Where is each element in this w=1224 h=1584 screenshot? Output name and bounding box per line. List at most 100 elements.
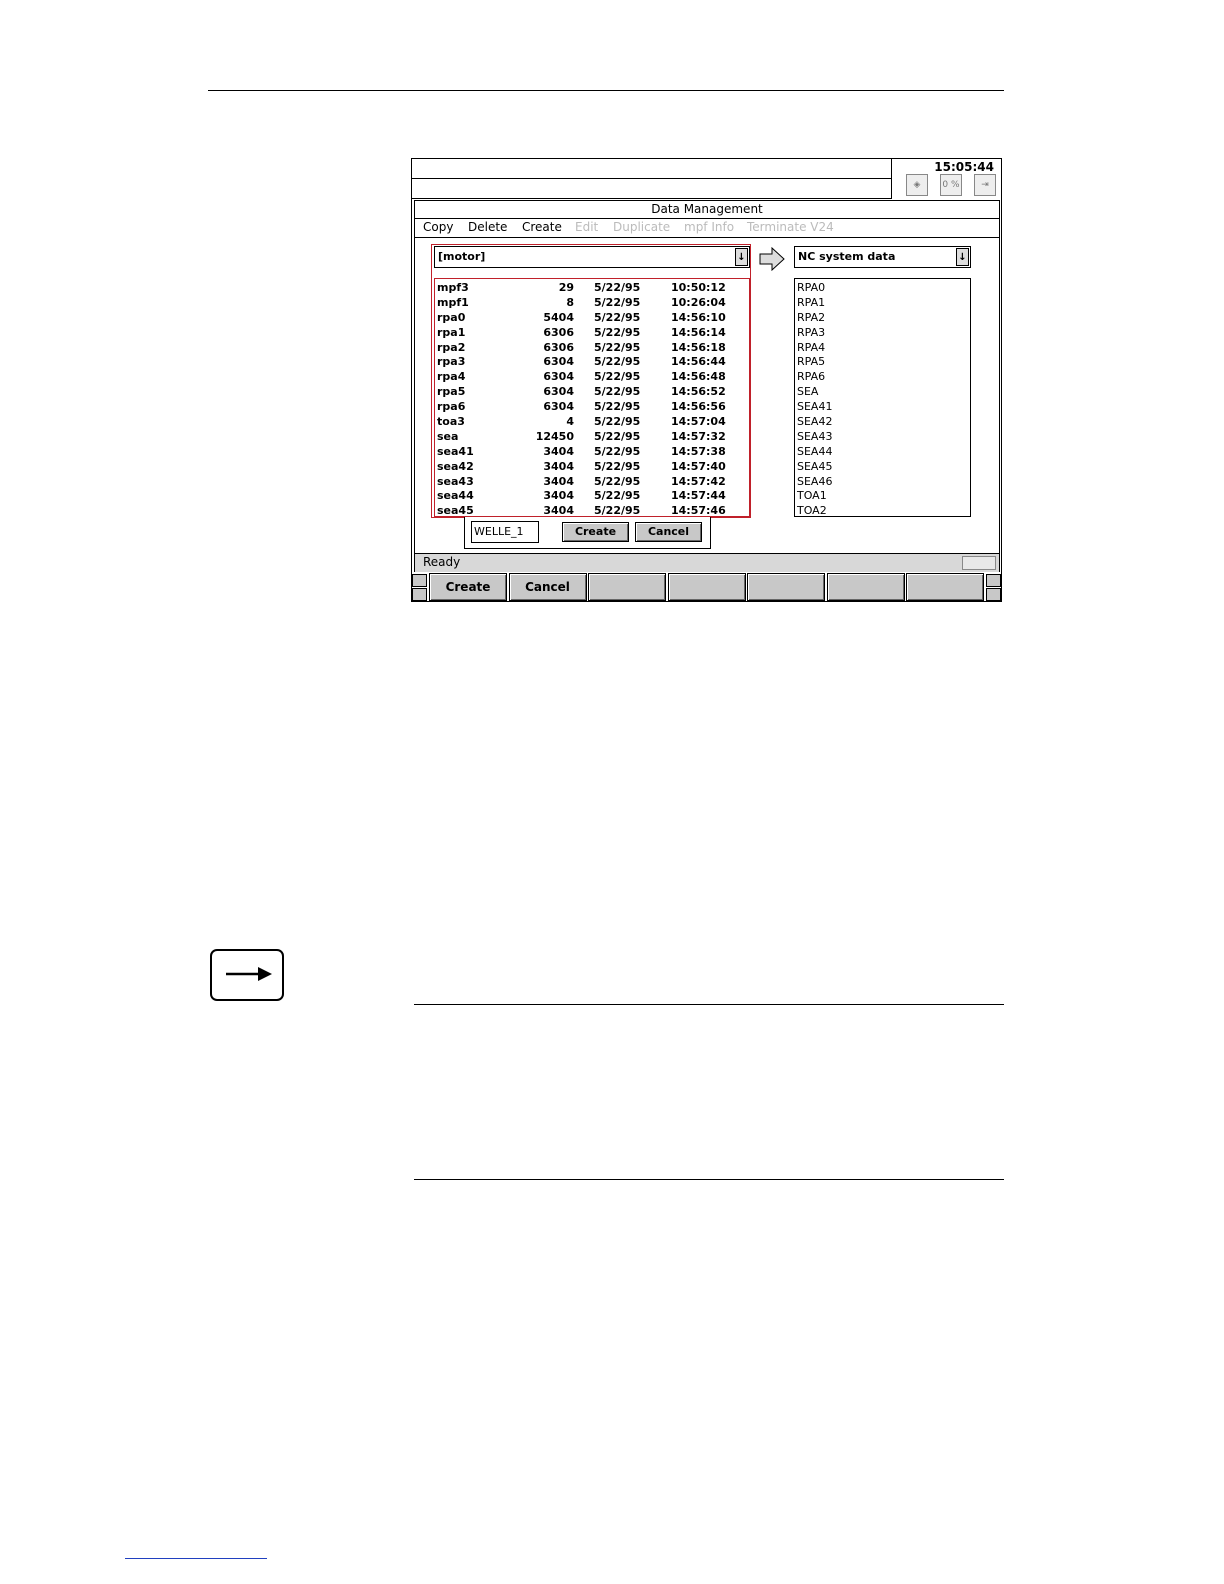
file-time: 14:57:04 bbox=[671, 415, 726, 429]
softkey-bar: Create Cancel bbox=[412, 573, 1001, 601]
list-item[interactable]: mpf1 8 5/22/95 10:26:04 bbox=[435, 295, 749, 310]
dialog-cancel-button[interactable]: Cancel bbox=[635, 522, 702, 542]
file-name: rpa4 bbox=[437, 370, 466, 384]
list-item[interactable]: sea44 3404 5/22/95 14:57:44 bbox=[435, 488, 749, 503]
menu-terminate-v24[interactable]: Terminate V24 bbox=[747, 220, 834, 234]
menu-duplicate[interactable]: Duplicate bbox=[613, 220, 670, 234]
file-time: 14:56:48 bbox=[671, 370, 726, 384]
file-time: 14:56:52 bbox=[671, 385, 726, 399]
dropdown-arrow-icon[interactable]: ↓ bbox=[956, 248, 969, 266]
list-item[interactable]: rpa4 6304 5/22/95 14:56:48 bbox=[435, 369, 749, 384]
menu-edit[interactable]: Edit bbox=[575, 220, 598, 234]
list-item[interactable]: RPA3 bbox=[795, 325, 970, 340]
file-name: mpf3 bbox=[437, 281, 469, 294]
list-item[interactable]: SEA43 bbox=[795, 429, 970, 444]
menu-mpf-info[interactable]: mpf Info bbox=[684, 220, 734, 234]
file-name: rpa6 bbox=[437, 400, 466, 414]
dropdown-arrow-icon[interactable]: ↓ bbox=[735, 248, 748, 266]
list-item[interactable]: SEA45 bbox=[795, 459, 970, 474]
clock-panel: 15:05:44 ◈ 0 % ⇥ bbox=[891, 159, 1002, 199]
menu-bar: Copy Delete Create Edit Duplicate mpf In… bbox=[415, 218, 999, 238]
list-item[interactable]: sea43 3404 5/22/95 14:57:42 bbox=[435, 474, 749, 489]
source-file-list[interactable]: mpf3 29 5/22/95 10:50:12 mpf1 8 5/22/95 10:26:0… bbox=[434, 278, 750, 517]
file-size: 6304 bbox=[543, 385, 574, 399]
new-file-name-input[interactable]: WELLE_1 bbox=[471, 521, 539, 543]
file-name: rpa3 bbox=[437, 355, 466, 369]
file-date: 5/22/95 bbox=[594, 429, 641, 443]
list-item[interactable]: SEA bbox=[795, 384, 970, 399]
create-dialog: WELLE_1 Create Cancel bbox=[464, 517, 711, 549]
list-item[interactable]: sea41 3404 5/22/95 14:57:38 bbox=[435, 444, 749, 459]
file-name: sea41 bbox=[437, 444, 474, 458]
file-date: 5/22/95 bbox=[594, 370, 641, 384]
dialog-create-button[interactable]: Create bbox=[562, 522, 629, 542]
file-name: rpa1 bbox=[437, 325, 466, 339]
list-item[interactable]: RPA1 bbox=[795, 295, 970, 310]
file-date: 5/22/95 bbox=[594, 504, 641, 517]
list-item[interactable]: RPA2 bbox=[795, 310, 970, 325]
list-item[interactable]: rpa3 6304 5/22/95 14:56:44 bbox=[435, 354, 749, 369]
list-item[interactable]: sea42 3404 5/22/95 14:57:40 bbox=[435, 459, 749, 474]
file-time: 14:57:42 bbox=[671, 474, 726, 488]
menu-delete[interactable]: Delete bbox=[468, 220, 507, 234]
file-size: 6306 bbox=[543, 325, 574, 339]
arrow-note-icon bbox=[210, 949, 284, 1001]
softkey-3[interactable] bbox=[588, 573, 666, 601]
list-item[interactable]: sea45 3404 5/22/95 14:57:46 bbox=[435, 503, 749, 517]
list-item[interactable]: TOA1 bbox=[795, 488, 970, 503]
list-item[interactable]: rpa5 6304 5/22/95 14:56:52 bbox=[435, 384, 749, 399]
hmi-screenshot: 15:05:44 ◈ 0 % ⇥ Data Management Copy De… bbox=[411, 158, 1002, 602]
list-item[interactable]: toa3 4 5/22/95 14:57:04 bbox=[435, 414, 749, 429]
list-item[interactable]: TOA2 bbox=[795, 503, 970, 516]
softkey-7[interactable] bbox=[906, 573, 984, 601]
file-size: 29 bbox=[558, 281, 574, 294]
source-dropdown[interactable]: [motor] ↓ bbox=[434, 246, 750, 268]
file-time: 10:26:04 bbox=[671, 295, 726, 309]
list-item[interactable]: SEA42 bbox=[795, 414, 970, 429]
list-item[interactable]: rpa0 5404 5/22/95 14:56:10 bbox=[435, 310, 749, 325]
menu-copy[interactable]: Copy bbox=[423, 220, 453, 234]
file-time: 14:56:18 bbox=[671, 340, 726, 354]
file-date: 5/22/95 bbox=[594, 459, 641, 473]
menu-create[interactable]: Create bbox=[522, 220, 562, 234]
target-dropdown[interactable]: NC system data ↓ bbox=[794, 246, 971, 268]
softkey-side-right-top[interactable] bbox=[986, 574, 1001, 587]
file-size: 3404 bbox=[543, 444, 574, 458]
softkey-side-left-top[interactable] bbox=[412, 574, 427, 587]
file-date: 5/22/95 bbox=[594, 489, 641, 503]
list-item[interactable]: SEA41 bbox=[795, 399, 970, 414]
list-item[interactable]: RPA5 bbox=[795, 354, 970, 369]
target-file-list[interactable]: RPA0 RPA1 RPA2 RPA3 RPA4 RPA5 RPA6 SEA SEA41 SEA4… bbox=[794, 278, 971, 517]
file-time: 14:57:44 bbox=[671, 489, 726, 503]
list-item[interactable]: rpa1 6306 5/22/95 14:56:14 bbox=[435, 325, 749, 340]
file-name: sea44 bbox=[437, 489, 474, 503]
softkey-4[interactable] bbox=[667, 573, 746, 601]
softkey-side-left-bottom[interactable] bbox=[412, 588, 427, 601]
list-item[interactable]: RPA6 bbox=[795, 369, 970, 384]
file-date: 5/22/95 bbox=[594, 340, 641, 354]
file-date: 5/22/95 bbox=[594, 444, 641, 458]
file-time: 14:57:40 bbox=[671, 459, 726, 473]
softkey-6[interactable] bbox=[826, 573, 905, 601]
softkey-side-right-bottom[interactable] bbox=[986, 588, 1001, 601]
list-item[interactable]: mpf3 29 5/22/95 10:50:12 bbox=[435, 280, 749, 295]
exit-icon: ⇥ bbox=[974, 174, 996, 196]
list-item[interactable]: rpa2 6306 5/22/95 14:56:18 bbox=[435, 340, 749, 355]
file-size: 3404 bbox=[543, 474, 574, 488]
list-item[interactable]: SEA44 bbox=[795, 444, 970, 459]
file-time: 14:56:10 bbox=[671, 310, 726, 324]
list-item[interactable]: RPA0 bbox=[795, 280, 970, 295]
file-date: 5/22/95 bbox=[594, 295, 641, 309]
softkey-2[interactable]: Cancel bbox=[508, 573, 587, 601]
softkey-5[interactable] bbox=[747, 573, 825, 601]
list-item[interactable]: RPA4 bbox=[795, 340, 970, 355]
list-item[interactable]: sea 12450 5/22/95 14:57:32 bbox=[435, 429, 749, 444]
list-item[interactable]: rpa6 6304 5/22/95 14:56:56 bbox=[435, 399, 749, 414]
file-date: 5/22/95 bbox=[594, 281, 641, 294]
file-time: 14:56:14 bbox=[671, 325, 726, 339]
file-name: sea45 bbox=[437, 504, 474, 517]
list-item[interactable]: SEA46 bbox=[795, 474, 970, 489]
file-date: 5/22/95 bbox=[594, 385, 641, 399]
file-size: 3404 bbox=[543, 504, 574, 517]
softkey-1[interactable]: Create bbox=[429, 573, 507, 601]
